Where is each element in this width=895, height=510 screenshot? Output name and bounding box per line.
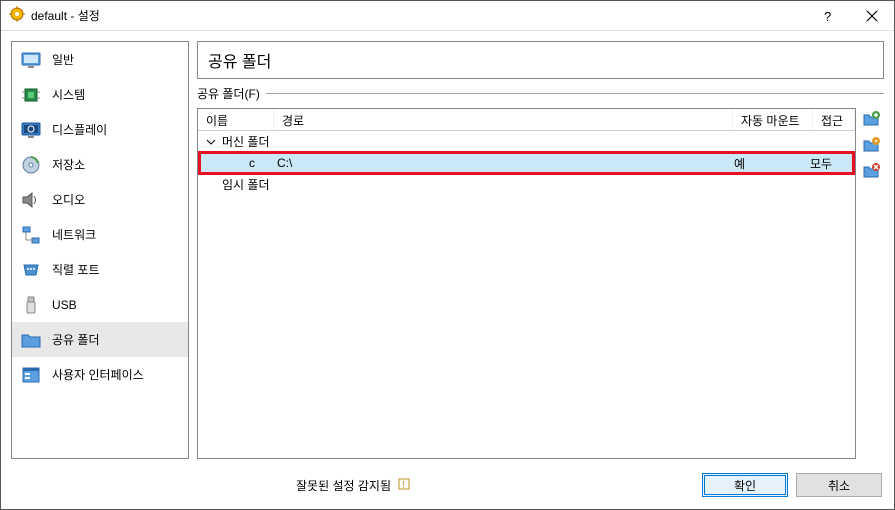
sidebar-item-general[interactable]: 일반 <box>12 42 188 77</box>
sidebar-item-label: 공유 폴더 <box>52 331 100 348</box>
window-title: default - 설정 <box>31 7 804 24</box>
cell-access: 모두 <box>810 155 852 172</box>
tree-group-temp[interactable]: 임시 폴더 <box>198 174 855 195</box>
sidebar-item-label: 디스플레이 <box>52 121 107 138</box>
table-toolbar <box>860 108 884 459</box>
close-button[interactable] <box>849 1 894 31</box>
status-bar: 잘못된 설정 감지됨 ! <box>13 477 694 494</box>
folders-table: 이름 경로 자동 마운트 접근 머신 폴더 c C:\ 예 <box>197 108 856 459</box>
chip-icon <box>20 84 42 106</box>
folder-icon <box>20 329 42 351</box>
svg-text:?: ? <box>824 9 831 23</box>
sidebar-item-serial[interactable]: 직렬 포트 <box>12 252 188 287</box>
sidebar-item-system[interactable]: 시스템 <box>12 77 188 112</box>
svg-text:!: ! <box>402 480 405 491</box>
table-area: 이름 경로 자동 마운트 접근 머신 폴더 c C:\ 예 <box>197 108 884 459</box>
table-row[interactable]: c C:\ 예 모두 <box>198 151 855 175</box>
column-access[interactable]: 접근 <box>813 109 855 130</box>
table-header: 이름 경로 자동 마운트 접근 <box>198 109 855 131</box>
column-auto-mount[interactable]: 자동 마운트 <box>733 109 813 130</box>
sidebar-item-label: 네트워크 <box>52 226 96 243</box>
sidebar-item-usb[interactable]: USB <box>12 287 188 322</box>
column-path[interactable]: 경로 <box>274 109 733 130</box>
sidebar-item-display[interactable]: 디스플레이 <box>12 112 188 147</box>
sidebar-item-label: USB <box>52 298 77 312</box>
add-folder-button[interactable] <box>860 108 882 130</box>
usb-icon <box>20 294 42 316</box>
display-icon <box>20 119 42 141</box>
tree-group-machine[interactable]: 머신 폴더 <box>198 131 855 152</box>
sidebar-item-audio[interactable]: 오디오 <box>12 182 188 217</box>
footer: 잘못된 설정 감지됨 ! 확인 취소 <box>1 469 894 509</box>
chevron-down-icon <box>204 137 218 147</box>
content-area: 일반 시스템 디스플레이 저장소 오디오 네트워크 <box>1 31 894 469</box>
cancel-button[interactable]: 취소 <box>796 473 882 497</box>
sidebar-item-shared-folders[interactable]: 공유 폴더 <box>12 322 188 357</box>
main-panel: 공유 폴더 공유 폴더(F) 이름 경로 자동 마운트 접근 <box>197 41 884 459</box>
status-text: 잘못된 설정 감지됨 <box>296 477 391 494</box>
help-button[interactable]: ? <box>804 1 849 31</box>
serial-port-icon <box>20 259 42 281</box>
network-icon <box>20 224 42 246</box>
cell-name: c <box>201 156 277 170</box>
divider <box>266 93 884 94</box>
page-title: 공유 폴더 <box>197 41 884 79</box>
titlebar: default - 설정 ? <box>1 1 894 31</box>
sidebar-item-label: 오디오 <box>52 191 85 208</box>
sidebar-item-network[interactable]: 네트워크 <box>12 217 188 252</box>
sidebar-item-label: 일반 <box>52 51 74 68</box>
app-icon <box>9 6 25 25</box>
sidebar-item-storage[interactable]: 저장소 <box>12 147 188 182</box>
cell-path: C:\ <box>277 156 730 170</box>
table-body: 머신 폴더 c C:\ 예 모두 임시 폴더 <box>198 131 855 458</box>
tree-label: 머신 폴더 <box>222 133 270 150</box>
sidebar-item-label: 시스템 <box>52 86 85 103</box>
sidebar: 일반 시스템 디스플레이 저장소 오디오 네트워크 <box>11 41 189 459</box>
monitor-icon <box>20 49 42 71</box>
sidebar-item-label: 저장소 <box>52 156 85 173</box>
warning-icon: ! <box>397 477 411 494</box>
cell-auto: 예 <box>730 155 810 172</box>
sidebar-item-label: 직렬 포트 <box>52 261 100 278</box>
remove-folder-button[interactable] <box>860 160 882 182</box>
edit-folder-button[interactable] <box>860 134 882 156</box>
ok-button[interactable]: 확인 <box>702 473 788 497</box>
speaker-icon <box>20 189 42 211</box>
ui-icon <box>20 364 42 386</box>
sidebar-item-label: 사용자 인터페이스 <box>52 366 144 383</box>
group-label: 공유 폴더(F) <box>197 83 884 104</box>
disk-icon <box>20 154 42 176</box>
tree-label: 임시 폴더 <box>222 176 270 193</box>
sidebar-item-user-interface[interactable]: 사용자 인터페이스 <box>12 357 188 392</box>
settings-window: default - 설정 ? 일반 시스템 디스플레이 저장소 <box>0 0 895 510</box>
group-label-text: 공유 폴더(F) <box>197 85 260 102</box>
column-name[interactable]: 이름 <box>198 109 274 130</box>
